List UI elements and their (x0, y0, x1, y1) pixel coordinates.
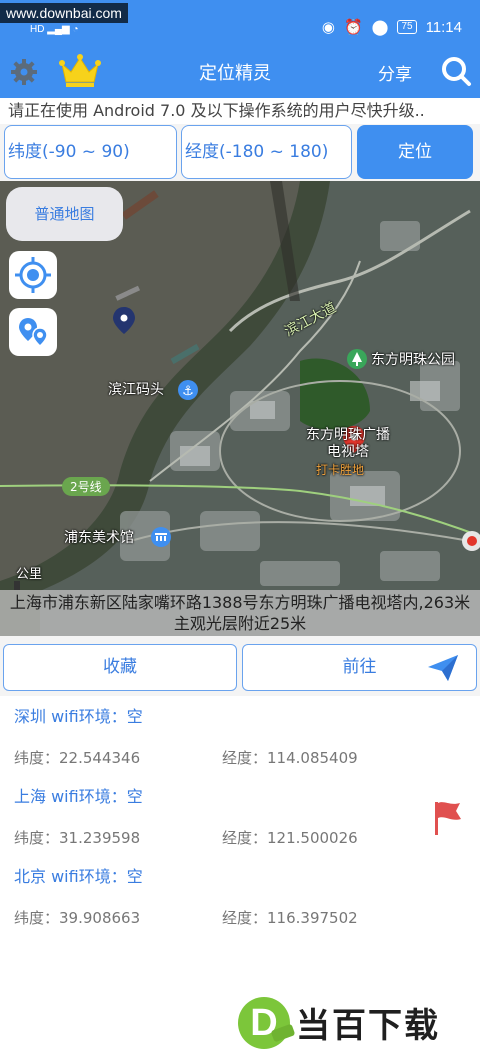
upgrade-notice: 请正在使用 Android 7.0 及以下操作系统的用户尽快升级.. (0, 98, 480, 124)
alarm-icon: ⏰ (343, 19, 363, 36)
map-imagery: ⚓ (0, 181, 480, 636)
map-type-toggle[interactable]: 普通地图 (6, 187, 123, 241)
current-address: 上海市浦东新区陆家嘴环路1388号东方明珠广播电视塔内,263米主观光层附近25… (0, 590, 480, 636)
logo-text: 当百下载 (296, 1006, 440, 1046)
clock-time: 11:14 (425, 18, 462, 36)
network-indicators: HD ▂▄▆ ◔ (30, 24, 79, 35)
search-icon[interactable] (440, 55, 472, 87)
map-label-tower: 东方明珠广播电视塔 (306, 427, 390, 460)
watermark-logo: D 当百下载 (236, 991, 476, 1055)
app-bar: 定位精灵 分享 (0, 44, 480, 98)
share-button[interactable]: 分享 (378, 60, 412, 85)
map-label-pier: 滨江码头 (108, 382, 164, 398)
location-latitude: 纬度：31.239598 (14, 829, 141, 847)
location-longitude: 经度：114.085409 (222, 749, 358, 767)
my-location-button[interactable] (9, 251, 57, 299)
metro-line-badge: 2号线 (62, 477, 110, 496)
map-label-checkin: 打卡胜地 (316, 463, 365, 477)
location-longitude: 经度：116.397502 (222, 909, 358, 927)
map-label-museum: 浦东美术馆 (64, 530, 134, 546)
crosshair-icon (15, 257, 51, 293)
logo-mark: D (238, 997, 290, 1049)
map-label-park: 东方明珠公园 (371, 352, 455, 368)
longitude-input[interactable]: 经度(-180 ~ 180) (181, 125, 352, 179)
status-bar: www.downbai.com HD ▂▄▆ ◔ ◉ ⏰ ⬤ 75 11:14 (0, 0, 480, 44)
location-latitude: 纬度：22.544346 (14, 749, 141, 767)
status-icons: ◉ ⏰ ⬤ 75 11:14 (321, 18, 462, 37)
location-name: 北京 wifi环境：空 (14, 867, 143, 886)
location-latitude: 纬度：39.908663 (14, 909, 141, 927)
latitude-input[interactable]: 纬度(-90 ~ 90) (4, 125, 177, 179)
svg-text:⚓: ⚓ (182, 384, 194, 399)
location-pins-icon (19, 318, 48, 347)
multi-location-button[interactable] (9, 308, 57, 356)
favorite-label: 收藏 (103, 657, 137, 677)
locate-button[interactable]: 定位 (357, 125, 473, 179)
coordinate-input-row: 纬度(-90 ~ 90) 经度(-180 ~ 180) 定位 (0, 124, 480, 181)
go-button[interactable]: 前往 (242, 644, 477, 691)
eye-icon: ◉ (321, 19, 335, 36)
satellite-map[interactable]: ⚓ 普通地图 滨江大道 东方明珠公园 滨江码头 东方明珠广播电视塔 打卡胜地 2… (0, 181, 480, 636)
saved-locations-list: 深圳 wifi环境：空 纬度：22.544346 经度：114.085409 上… (0, 696, 480, 1061)
watermark-url: www.downbai.com (0, 3, 128, 23)
map-scale-label: 公里 (16, 567, 43, 582)
send-icon (428, 655, 458, 681)
go-label: 前往 (342, 657, 377, 677)
flag-icon[interactable] (432, 800, 464, 836)
location-longitude: 经度：121.500026 (222, 829, 358, 847)
battery-icon: 75 (397, 20, 417, 34)
action-row: 收藏 前往 (0, 636, 480, 696)
location-icon: ⬤ (371, 19, 389, 36)
favorite-button[interactable]: 收藏 (3, 644, 237, 691)
location-name: 上海 wifi环境：空 (14, 787, 143, 806)
hd-indicator: HD (30, 24, 45, 35)
location-name: 深圳 wifi环境：空 (14, 707, 143, 726)
